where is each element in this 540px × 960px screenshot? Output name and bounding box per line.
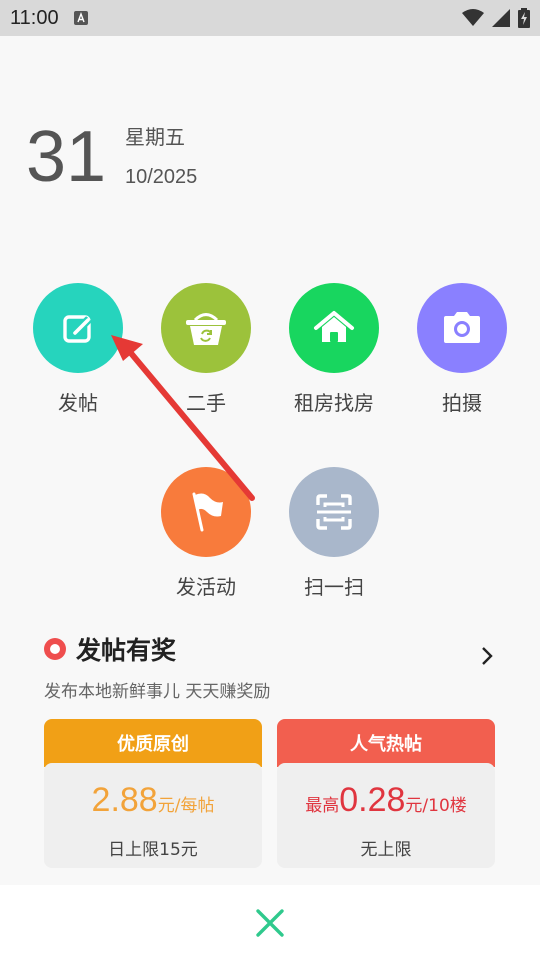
action-rent-label: 租房找房 xyxy=(294,391,374,415)
camera-icon xyxy=(444,312,480,343)
status-bar: 11:00 xyxy=(0,0,540,36)
action-secondhand[interactable]: 二手 xyxy=(142,283,270,416)
scan-icon xyxy=(316,494,352,530)
card-amount-unit: 元/每帖 xyxy=(157,796,215,816)
edit-icon xyxy=(63,315,92,343)
reward-title-text: 发帖有奖 xyxy=(76,636,177,665)
card-amount-value: 2.88 xyxy=(91,781,158,819)
card-body: 最高0.28元/10楼 无上限 xyxy=(277,763,495,868)
record-dot-icon xyxy=(44,638,66,660)
card-body: 2.88元/每帖 日上限15元 xyxy=(44,763,262,868)
reward-subtitle: 发布本地新鲜事儿 天天赚奖励 xyxy=(44,682,271,702)
reward-title: 发帖有奖 xyxy=(44,631,176,667)
status-time: 11:00 xyxy=(10,6,59,29)
card-amount-prefix: 最高 xyxy=(305,796,340,816)
wifi-icon xyxy=(462,9,484,26)
card-header: 优质原创 xyxy=(44,719,262,767)
battery-icon xyxy=(518,8,530,28)
reward-card-original[interactable]: 优质原创 2.88元/每帖 日上限15元 xyxy=(44,719,262,868)
date-weekday: 星期五 xyxy=(125,125,185,149)
date-day: 31 xyxy=(26,117,107,197)
card-amount: 2.88元/每帖 xyxy=(44,781,262,820)
close-button[interactable] xyxy=(250,903,290,943)
action-event-circle[interactable] xyxy=(161,467,251,557)
accessibility-notification-icon xyxy=(73,11,88,25)
signal-icon xyxy=(492,9,510,27)
house-icon xyxy=(314,311,354,342)
chevron-right-icon[interactable] xyxy=(480,645,494,667)
flag-icon xyxy=(192,492,223,532)
card-amount-unit: 元/10楼 xyxy=(405,796,467,816)
action-event[interactable]: 发活动 xyxy=(142,467,270,600)
basket-icon xyxy=(186,313,226,345)
action-scan-circle[interactable] xyxy=(289,467,379,557)
close-icon xyxy=(256,909,284,937)
action-post[interactable]: 发帖 xyxy=(14,283,142,416)
card-amount-value: 0.28 xyxy=(339,781,406,819)
date-month-year: 10/2025 xyxy=(125,166,198,188)
action-camera-circle[interactable] xyxy=(417,283,507,373)
action-scan-label: 扫一扫 xyxy=(304,575,364,599)
card-header: 人气热帖 xyxy=(277,719,495,767)
action-camera-label: 拍摄 xyxy=(442,391,482,415)
action-post-circle[interactable] xyxy=(33,283,123,373)
action-secondhand-circle[interactable] xyxy=(161,283,251,373)
reward-card-hot[interactable]: 人气热帖 最高0.28元/10楼 无上限 xyxy=(277,719,495,868)
card-amount: 最高0.28元/10楼 xyxy=(277,781,495,820)
action-rent-circle[interactable] xyxy=(289,283,379,373)
action-camera[interactable]: 拍摄 xyxy=(398,283,526,416)
card-limit: 日上限15元 xyxy=(108,840,198,860)
action-scan[interactable]: 扫一扫 xyxy=(270,467,398,600)
action-rent[interactable]: 租房找房 xyxy=(270,283,398,416)
card-limit: 无上限 xyxy=(360,840,412,860)
action-event-label: 发活动 xyxy=(176,575,236,599)
action-secondhand-label: 二手 xyxy=(186,391,226,415)
action-post-label: 发帖 xyxy=(58,391,98,415)
